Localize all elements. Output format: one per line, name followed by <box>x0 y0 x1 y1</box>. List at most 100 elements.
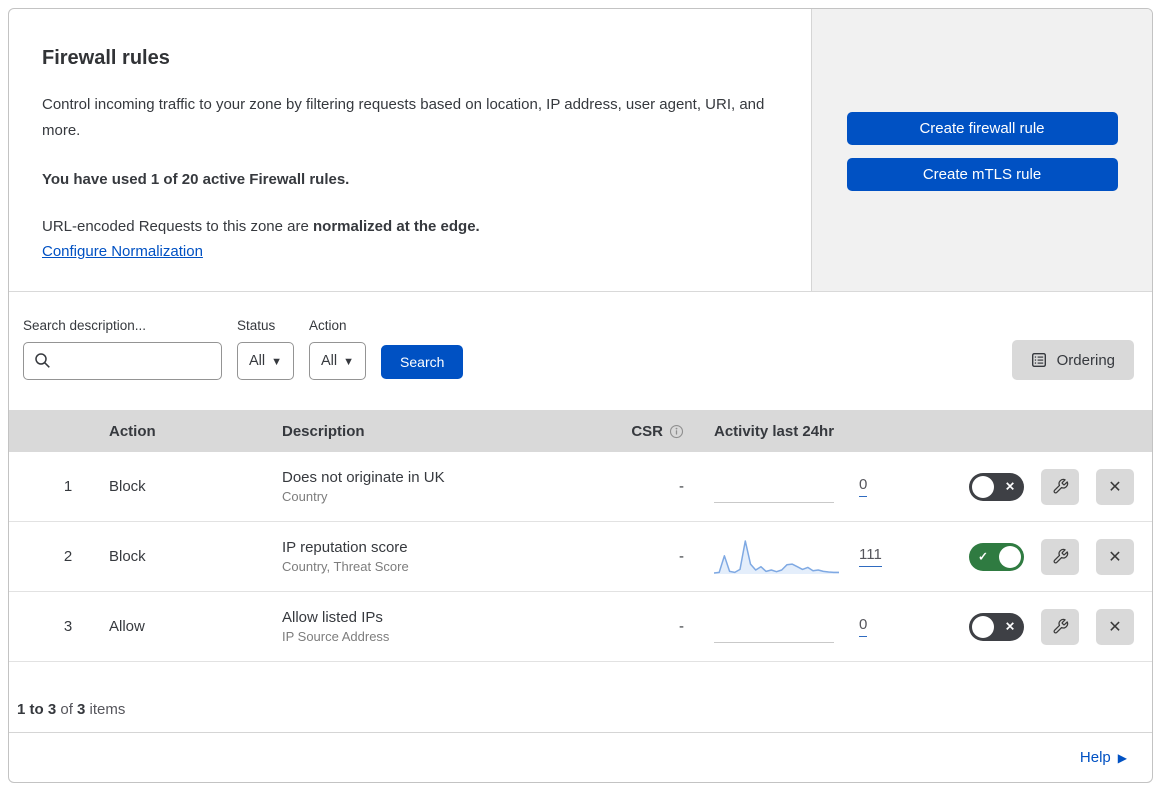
ordering-list-icon <box>1031 353 1046 368</box>
rule-controls: ✕ ✕ <box>932 608 1152 645</box>
activity-sparkline <box>714 537 839 577</box>
configure-normalization-link[interactable]: Configure Normalization <box>42 243 203 260</box>
rule-description-cell: Does not originate in UK Country <box>282 469 612 504</box>
search-input[interactable] <box>23 342 222 380</box>
activity-count-link[interactable]: 0 <box>859 476 868 497</box>
pagination-summary: 1 to 3 of 3 items <box>9 662 1152 732</box>
action-filter-group: Action All ▼ <box>309 318 367 380</box>
toggle-knob <box>972 475 994 498</box>
chevron-down-icon: ▼ <box>343 356 355 368</box>
header-actions-panel: Create firewall rule Create mTLS rule <box>811 9 1152 291</box>
close-icon: ✕ <box>1108 618 1122 636</box>
csr-header-label: CSR <box>631 422 663 440</box>
close-icon: ✕ <box>1108 478 1122 496</box>
rule-index: 3 <box>63 618 73 635</box>
search-field-wrap <box>23 342 222 380</box>
ordering-label: Ordering <box>1056 351 1115 369</box>
normalization-bold: normalized at the edge. <box>313 217 480 235</box>
page-description: Control incoming traffic to your zone by… <box>42 96 765 140</box>
normalization-prefix: URL-encoded Requests to this zone are <box>42 217 313 235</box>
status-label: Status <box>237 318 276 333</box>
of-text: of <box>56 701 78 718</box>
wrench-icon <box>1053 548 1068 564</box>
help-label: Help <box>1079 749 1111 766</box>
edit-rule-button[interactable] <box>1041 468 1079 505</box>
edit-rule-button[interactable] <box>1041 538 1079 575</box>
rule-criteria: IP Source Address <box>282 629 390 644</box>
rule-description: Does not originate in UK <box>282 469 445 486</box>
page-title: Firewall rules <box>42 47 170 69</box>
rule-enabled-toggle[interactable]: ✓ <box>969 542 1024 571</box>
rule-action: Block <box>109 548 146 565</box>
chevron-down-icon: ▼ <box>271 356 283 368</box>
normalization-notice: URL-encoded Requests to this zone are no… <box>42 218 781 235</box>
status-filter-group: Status All ▼ <box>237 318 295 380</box>
action-select[interactable]: All ▼ <box>309 342 367 380</box>
activity-sparkline-empty <box>714 607 839 647</box>
items-text: items <box>85 701 126 718</box>
col-header-description: Description <box>282 422 365 440</box>
wrench-icon <box>1053 478 1068 494</box>
rule-description-cell: Allow listed IPs IP Source Address <box>282 609 612 644</box>
x-icon: ✕ <box>1004 479 1015 494</box>
search-label: Search description... <box>23 318 147 333</box>
ordering-button[interactable]: Ordering <box>1011 340 1134 380</box>
check-icon: ✓ <box>978 549 989 564</box>
rule-enabled-toggle[interactable]: ✕ <box>969 472 1024 501</box>
status-value: All <box>249 353 266 369</box>
rule-action: Block <box>109 478 146 495</box>
activity-cell: 0 <box>684 607 932 647</box>
edit-rule-button[interactable] <box>1041 608 1079 645</box>
help-bar: Help ▶ <box>9 732 1152 782</box>
rule-enabled-toggle[interactable]: ✕ <box>969 612 1024 641</box>
rule-index: 2 <box>63 548 73 565</box>
col-header-activity: Activity last 24hr <box>714 422 835 440</box>
header-text-block: Firewall rules Control incoming traffic … <box>9 9 811 291</box>
toggle-knob <box>999 545 1021 568</box>
rule-controls: ✕ ✕ <box>932 468 1152 505</box>
toggle-knob <box>972 615 994 638</box>
table-row: 2 Block IP reputation score Country, Thr… <box>9 522 1152 592</box>
status-select[interactable]: All ▼ <box>237 342 295 380</box>
delete-rule-button[interactable]: ✕ <box>1096 608 1134 645</box>
firewall-rules-card: Firewall rules Control incoming traffic … <box>8 8 1153 783</box>
delete-rule-button[interactable]: ✕ <box>1096 468 1134 505</box>
activity-count-link[interactable]: 0 <box>859 616 868 637</box>
search-icon <box>35 353 50 368</box>
rule-criteria: Country, Threat Score <box>282 559 409 574</box>
csr-value: - <box>679 548 684 565</box>
x-icon: ✕ <box>1004 619 1015 634</box>
activity-sparkline-empty <box>714 467 839 507</box>
search-button[interactable]: Search <box>381 345 464 379</box>
rule-description-cell: IP reputation score Country, Threat Scor… <box>282 539 612 574</box>
wrench-icon <box>1053 618 1068 634</box>
col-header-csr: CSR <box>612 423 684 440</box>
create-firewall-rule-button[interactable]: Create firewall rule <box>846 112 1118 145</box>
col-header-action: Action <box>109 422 156 440</box>
header-section: Firewall rules Control incoming traffic … <box>9 9 1152 292</box>
rule-controls: ✓ ✕ <box>932 538 1152 575</box>
items-range: 1 to 3 <box>17 701 57 718</box>
csr-value: - <box>679 478 684 495</box>
search-group: Search description... <box>23 318 222 380</box>
delete-rule-button[interactable]: ✕ <box>1096 538 1134 575</box>
action-label: Action <box>309 318 347 333</box>
activity-count-link[interactable]: 111 <box>859 546 882 567</box>
activity-cell: 111 <box>684 537 932 577</box>
create-mtls-rule-button[interactable]: Create mTLS rule <box>846 158 1118 191</box>
activity-cell: 0 <box>684 467 932 507</box>
help-link[interactable]: Help ▶ <box>1080 749 1127 766</box>
rule-criteria: Country <box>282 489 328 504</box>
arrow-right-icon: ▶ <box>1117 750 1127 765</box>
table-row: 1 Block Does not originate in UK Country… <box>9 452 1152 522</box>
rule-action: Allow <box>109 618 145 635</box>
filter-bar: Search description... Status All ▼ Actio… <box>9 292 1152 410</box>
table-header: Action Description CSR Activity last 24h… <box>9 410 1152 452</box>
rule-description: IP reputation score <box>282 539 408 556</box>
table-row: 3 Allow Allow listed IPs IP Source Addre… <box>9 592 1152 662</box>
info-icon[interactable] <box>669 424 684 439</box>
close-icon: ✕ <box>1108 548 1122 566</box>
rule-index: 1 <box>63 478 73 495</box>
action-value: All <box>321 353 338 369</box>
csr-value: - <box>679 618 684 635</box>
